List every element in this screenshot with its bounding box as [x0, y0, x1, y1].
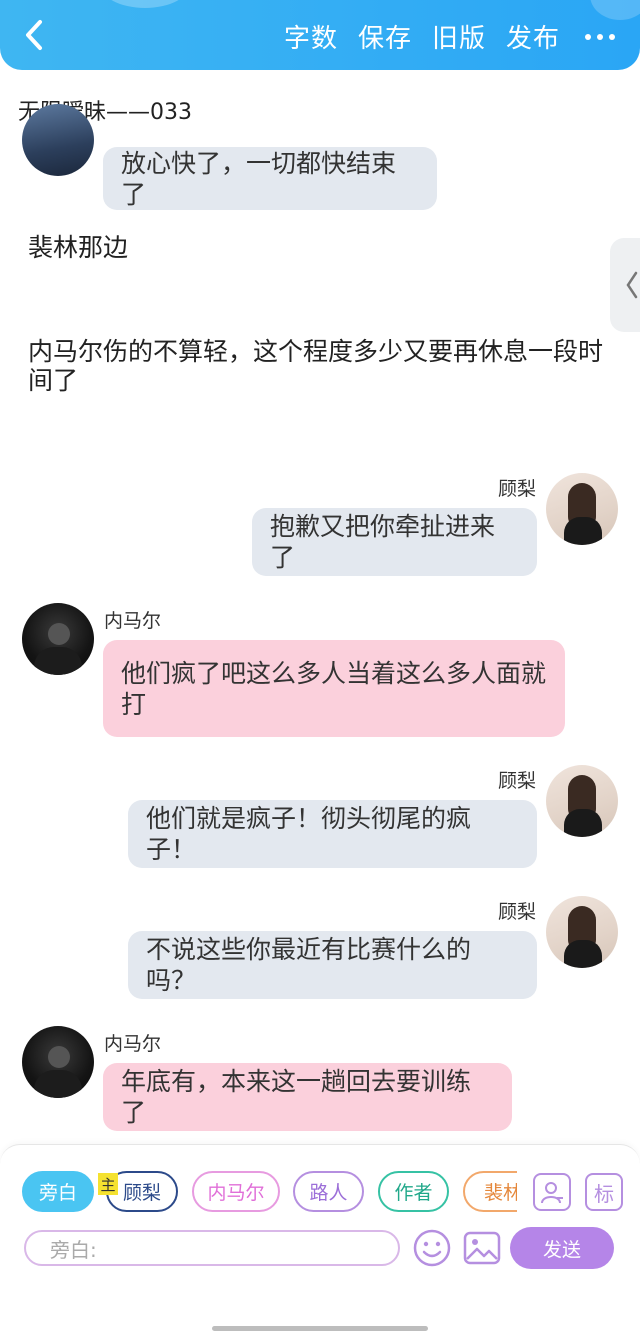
avatar[interactable] [546, 896, 618, 968]
main-role-badge: 主 [98, 1173, 118, 1195]
header-actions: 字数 保存 旧版 发布 [284, 18, 620, 55]
back-arrow-icon[interactable] [18, 18, 52, 52]
home-indicator [212, 1326, 428, 1331]
role-chip-neymar[interactable]: 内马尔 [192, 1171, 280, 1212]
header-decoration [590, 0, 640, 20]
role-chip-narrator[interactable]: 旁白 [22, 1171, 94, 1212]
add-role-icon[interactable] [533, 1173, 571, 1211]
narration-text: 裴林那边 [28, 233, 129, 262]
narration-text: 内马尔伤的不算轻，这个程度多少又要再休息一段时间了 [28, 337, 604, 395]
message-input[interactable]: 旁白: [24, 1230, 400, 1266]
old-version-button[interactable]: 旧版 [432, 18, 486, 55]
chevron-left-icon [626, 271, 638, 299]
role-chip-author[interactable]: 作者 [378, 1171, 449, 1212]
save-button[interactable]: 保存 [358, 18, 412, 55]
speaker-name: 顾梨 [498, 478, 537, 500]
avatar[interactable] [22, 603, 94, 675]
speaker-name: 顾梨 [498, 770, 537, 792]
image-icon[interactable] [462, 1228, 502, 1268]
role-chip-scroll-clip: 裴林 [463, 1169, 517, 1214]
avatar[interactable] [546, 765, 618, 837]
side-drawer-tab[interactable] [610, 238, 640, 332]
publish-button[interactable]: 发布 [506, 18, 560, 55]
message-bubble: 放心快了，一切都快结束了 [103, 147, 437, 210]
role-chip-peilin[interactable]: 裴林 [463, 1171, 517, 1212]
send-button[interactable]: 发送 [510, 1227, 614, 1269]
word-count-button[interactable]: 字数 [284, 18, 338, 55]
message-bubble: 年底有，本来这一趟回去要训练了 [103, 1063, 512, 1131]
avatar[interactable] [546, 473, 618, 545]
emoji-icon[interactable] [412, 1228, 452, 1268]
speaker-name: 顾梨 [498, 901, 537, 923]
speaker-name: 内马尔 [104, 1033, 162, 1055]
more-icon[interactable] [580, 20, 620, 54]
tag-icon[interactable]: 标 [585, 1173, 623, 1211]
top-bar: 字数 保存 旧版 发布 [0, 0, 640, 70]
role-chip-passerby[interactable]: 路人 [293, 1171, 364, 1212]
message-bubble: 他们就是疯子！彻头彻尾的疯子！ [128, 800, 537, 868]
message-bubble: 他们疯了吧这么多人当着这么多人面就打 [103, 640, 565, 737]
speaker-name: 内马尔 [104, 610, 162, 632]
message-bubble: 不说这些你最近有比赛什么的吗？ [128, 931, 537, 999]
avatar[interactable] [22, 1026, 94, 1098]
message-bubble: 抱歉又把你牵扯进来了 [252, 508, 537, 576]
avatar[interactable] [22, 104, 94, 176]
header-decoration [100, 0, 190, 8]
